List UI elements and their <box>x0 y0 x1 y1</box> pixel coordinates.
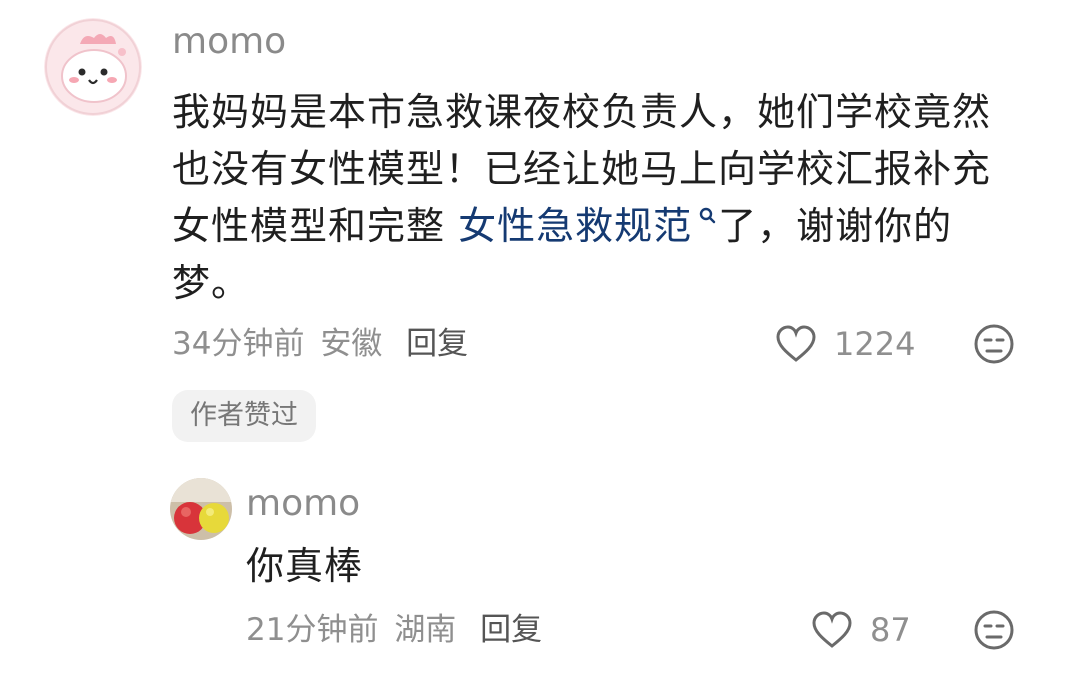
reply-username[interactable]: momo <box>246 482 360 526</box>
reply-button[interactable]: 回复 <box>406 326 468 362</box>
reply-location: 湖南 <box>394 612 457 648</box>
avatar-fruit-image <box>170 478 232 540</box>
reply-reply-button[interactable]: 回复 <box>480 612 542 648</box>
like-count: 1224 <box>834 325 916 363</box>
dislike-button[interactable] <box>972 322 1016 366</box>
neutral-face-icon[interactable] <box>973 609 1015 651</box>
author-liked-badge: 作者赞过 <box>172 390 316 442</box>
reply-dislike-button[interactable] <box>972 608 1016 652</box>
reply-text: 你真棒 <box>246 544 364 588</box>
comment-username[interactable]: momo <box>172 20 286 64</box>
comment-time: 34分钟前 <box>172 326 305 362</box>
comment-meta: 34分钟前 安徽 回复 <box>172 324 468 364</box>
like-button[interactable] <box>772 322 820 366</box>
comment-text: 我妈妈是本市急救课夜校负责人，她们学校竟然也没有女性模型！已经让她马上向学校汇报… <box>172 84 1022 312</box>
reply-avatar[interactable] <box>170 478 232 540</box>
heart-outline-icon[interactable] <box>774 324 818 364</box>
reply-time: 21分钟前 <box>246 612 379 648</box>
reply-meta: 21分钟前 湖南 回复 <box>246 610 542 650</box>
comment-location: 安徽 <box>320 326 383 362</box>
neutral-face-icon[interactable] <box>973 323 1015 365</box>
search-link[interactable]: 女性急救规范 <box>458 204 718 248</box>
avatar-cartoon-image <box>44 18 142 116</box>
reply-like-count: 87 <box>870 611 911 649</box>
heart-outline-icon[interactable] <box>810 610 854 650</box>
search-link-text[interactable]: 女性急救规范 <box>458 204 692 248</box>
reply-like-button[interactable] <box>808 608 856 652</box>
search-icon[interactable] <box>698 206 718 232</box>
avatar[interactable] <box>44 18 142 116</box>
